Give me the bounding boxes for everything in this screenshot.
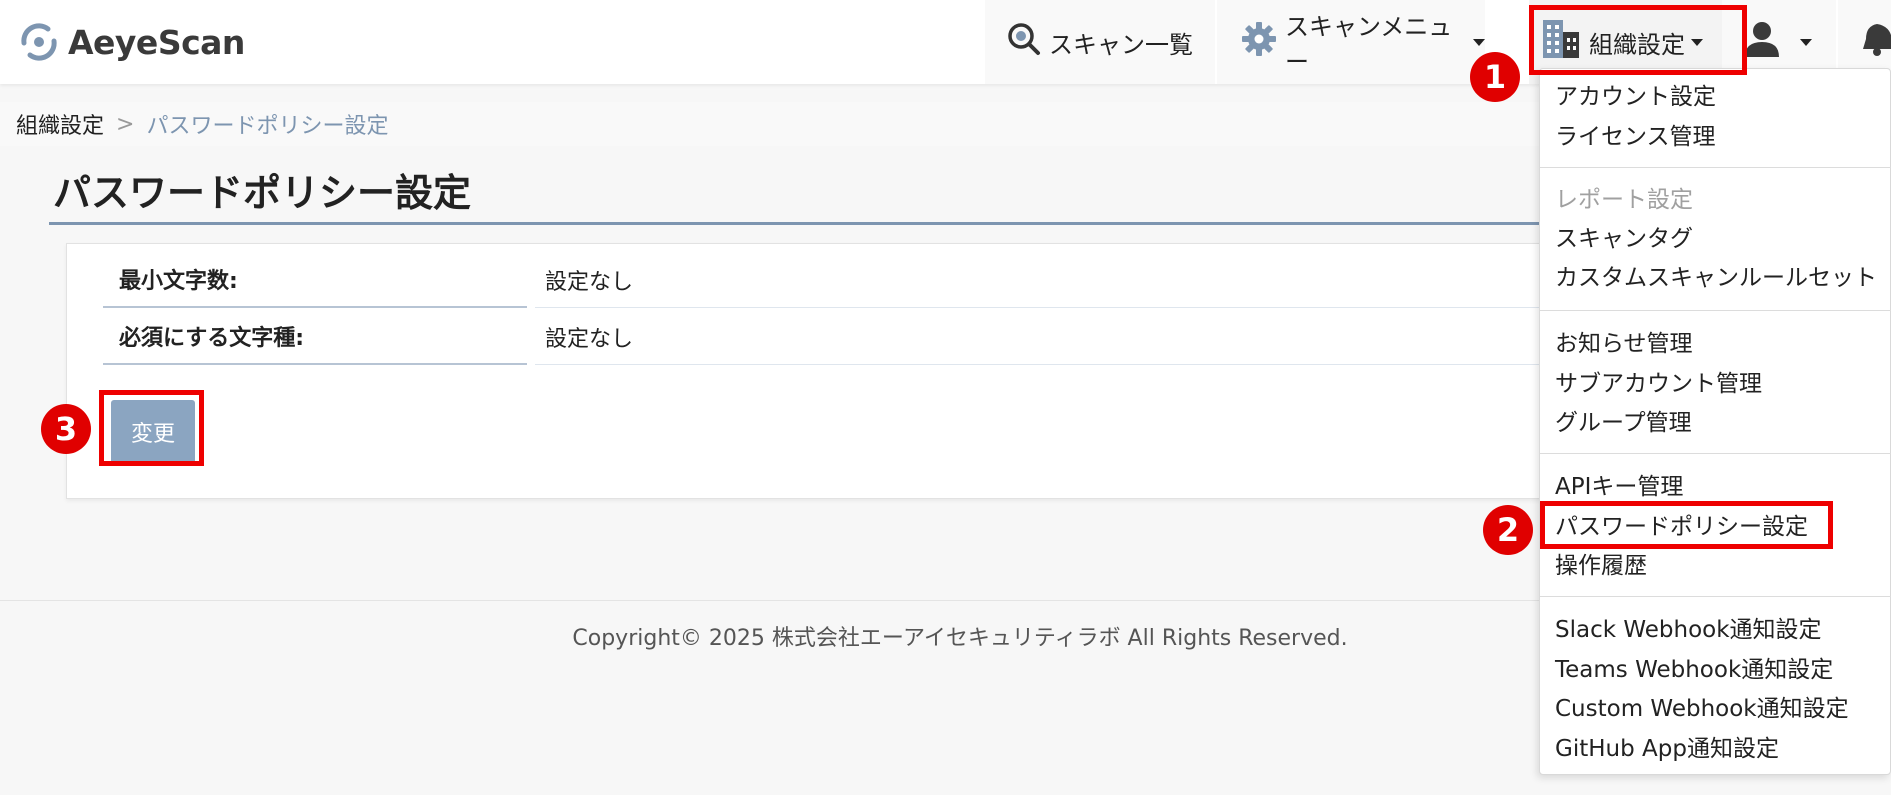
highlight-box-password-policy — [1540, 501, 1833, 549]
page-title: パスワードポリシー設定 — [53, 171, 472, 215]
menu-item-custom-ruleset[interactable]: カスタムスキャンルールセット — [1555, 260, 1877, 296]
breadcrumb-org-settings[interactable]: 組織設定 — [16, 108, 104, 140]
menu-item-api-keys[interactable]: APIキー管理 — [1555, 469, 1683, 505]
menu-item-slack-webhook[interactable]: Slack Webhook通知設定 — [1555, 612, 1822, 648]
highlight-box-change-button — [99, 390, 204, 466]
nav-scan-list-label: スキャン一覧 — [1049, 30, 1193, 59]
highlight-box-org-settings — [1529, 5, 1747, 75]
chevron-down-icon — [1473, 38, 1485, 46]
menu-item-operation-history[interactable]: 操作履歴 — [1555, 548, 1647, 584]
policy-label: 必須にする文字種: — [103, 309, 527, 365]
scan-search-icon — [1007, 22, 1041, 62]
menu-item-sub-accounts[interactable]: サブアカウント管理 — [1555, 366, 1762, 402]
menu-divider — [1540, 167, 1891, 168]
gear-icon — [1241, 21, 1277, 63]
logo-mark-icon — [18, 21, 60, 63]
menu-item-github-app[interactable]: GitHub App通知設定 — [1555, 731, 1779, 767]
nav-scan-menu-label: スキャンメニュー — [1285, 13, 1453, 76]
step-badge-1: 1 — [1470, 52, 1520, 102]
menu-divider — [1540, 310, 1891, 311]
menu-item-report-settings: レポート設定 — [1555, 187, 1693, 213]
user-icon — [1742, 19, 1782, 65]
logo-text: AeyeScan — [68, 22, 245, 62]
menu-divider — [1540, 596, 1891, 597]
chevron-down-icon — [1800, 38, 1812, 46]
nav-scan-list[interactable]: スキャン一覧 — [985, 0, 1215, 84]
menu-item-groups[interactable]: グループ管理 — [1555, 405, 1692, 441]
breadcrumb-separator-icon: > — [116, 111, 135, 137]
aeyescan-logo[interactable]: AeyeScan — [18, 18, 245, 66]
menu-item-account-settings[interactable]: アカウント設定 — [1555, 79, 1716, 115]
menu-item-scan-tag[interactable]: スキャンタグ — [1555, 221, 1693, 257]
menu-item-notices[interactable]: お知らせ管理 — [1555, 326, 1693, 362]
password-policy-card: 最小文字数: 設定なし 必須にする文字種: 設定なし 変更 — [66, 243, 1573, 499]
nav-scan-menu[interactable]: スキャンメニュー — [1217, 0, 1485, 84]
org-settings-dropdown: アカウント設定 ライセンス管理 レポート設定 スキャンタグ カスタムスキャンルー… — [1539, 68, 1891, 775]
step-badge-2: 2 — [1483, 505, 1533, 555]
policy-label: 最小文字数: — [103, 252, 527, 308]
policy-row-required-chars: 必須にする文字種: 設定なし — [103, 309, 1573, 365]
breadcrumb-current: パスワードポリシー設定 — [146, 114, 389, 139]
menu-item-custom-webhook[interactable]: Custom Webhook通知設定 — [1555, 691, 1849, 727]
menu-item-teams-webhook[interactable]: Teams Webhook通知設定 — [1555, 652, 1833, 688]
menu-item-license[interactable]: ライセンス管理 — [1555, 119, 1716, 155]
policy-value: 設定なし — [535, 309, 1573, 365]
menu-divider — [1540, 453, 1891, 454]
bell-icon — [1862, 21, 1891, 63]
step-badge-3: 3 — [41, 404, 91, 454]
title-underline — [49, 222, 1569, 225]
policy-row-min-length: 最小文字数: 設定なし — [103, 252, 1573, 308]
policy-value: 設定なし — [535, 252, 1573, 308]
